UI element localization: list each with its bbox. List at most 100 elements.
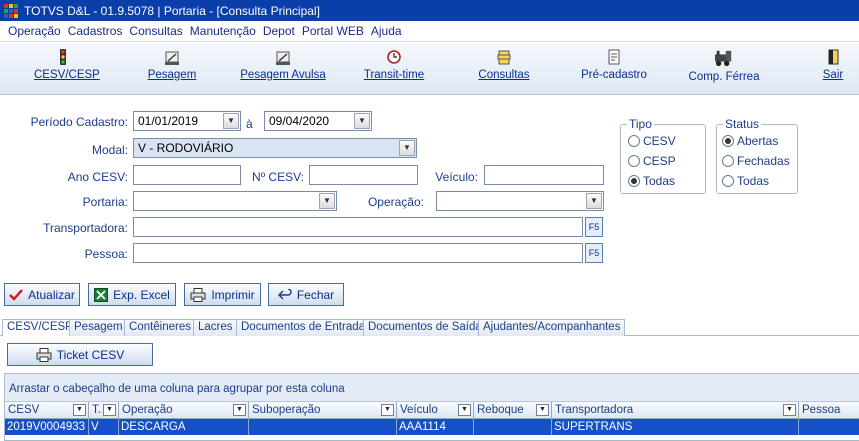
undo-arrow-icon	[277, 288, 292, 300]
menu-manutencao[interactable]: Manutenção	[190, 24, 256, 38]
tab-documentos-entrada[interactable]: Documentos de Entrada	[236, 319, 371, 336]
menu-operacao[interactable]: Operação	[8, 24, 61, 38]
filter-dropdown-icon[interactable]: ▼	[73, 404, 86, 416]
cell-pessoa[interactable]	[799, 419, 859, 435]
toolbar-transit-time-button[interactable]: Transit-time	[361, 49, 427, 81]
tipo-radio-todas[interactable]: Todas	[628, 174, 675, 188]
radio-icon	[722, 175, 734, 187]
radio-selected-icon	[628, 175, 640, 187]
column-header-transportadora[interactable]: Transportadora ▼	[552, 402, 799, 419]
filter-dropdown-icon[interactable]: ▼	[103, 404, 116, 416]
document-icon	[608, 49, 620, 65]
exp-excel-button[interactable]: Exp. Excel	[88, 283, 176, 306]
scale-icon	[276, 51, 290, 65]
menu-bar: Operação Cadastros Consultas Manutenção …	[0, 21, 859, 42]
fechar-button[interactable]: Fechar	[268, 283, 344, 306]
pessoa-input[interactable]	[133, 243, 583, 263]
cell-suboperacao[interactable]	[249, 419, 397, 435]
status-radio-todas[interactable]: Todas	[722, 174, 769, 188]
imprimir-button[interactable]: Imprimir	[184, 283, 261, 306]
cell-veiculo[interactable]: AAA1114	[397, 419, 474, 435]
radio-icon	[628, 135, 640, 147]
radio-selected-icon	[722, 135, 734, 147]
cell-transportadora[interactable]: SUPERTRANS	[552, 419, 799, 435]
pessoa-f5-button[interactable]: F5	[585, 243, 603, 263]
toolbar-pre-cadastro-button[interactable]: Pré-cadastro	[578, 49, 650, 81]
tab-documentos-saida[interactable]: Documentos de Saída	[363, 319, 487, 336]
cell-cesv[interactable]: 2019V0004933	[5, 419, 89, 435]
filter-dropdown-icon[interactable]: ▼	[458, 404, 471, 416]
status-group-title: Status	[723, 117, 762, 131]
cell-operacao[interactable]: DESCARGA	[119, 419, 249, 435]
menu-portal-web[interactable]: Portal WEB	[302, 24, 364, 38]
tab-conteineres[interactable]: Contêineres	[124, 319, 197, 336]
date-separator: à	[246, 117, 253, 131]
cell-reboque[interactable]	[474, 419, 552, 435]
veiculo-label: Veículo:	[435, 170, 478, 184]
column-header-operacao[interactable]: Operação ▼	[119, 402, 249, 419]
status-radio-abertas[interactable]: Abertas	[722, 134, 778, 148]
veiculo-input[interactable]	[484, 165, 604, 185]
date-to-dropdown-icon[interactable]: ▼	[354, 113, 370, 129]
tab-pesagem[interactable]: Pesagem	[69, 319, 128, 336]
tipo-radio-cesp[interactable]: CESP	[628, 154, 676, 168]
menu-depot[interactable]: Depot	[263, 24, 295, 38]
checkmark-icon	[9, 288, 24, 301]
tab-cesv-cesp[interactable]: CESV/CESP	[2, 319, 78, 337]
tipo-group: Tipo CESV CESP Todas	[620, 117, 706, 194]
operacao-select[interactable]: ▼	[436, 191, 604, 211]
tipo-radio-cesv[interactable]: CESV	[628, 134, 676, 148]
toolbar-comp-ferrea-button[interactable]: Comp. Férrea	[686, 49, 762, 83]
date-to-field[interactable]: 09/04/2020 ▼	[264, 111, 372, 131]
title-bar: TOTVS D&L - 01.9.5078 | Portaria - [Cons…	[0, 0, 859, 21]
portaria-label: Portaria:	[82, 195, 128, 209]
transportadora-input[interactable]	[133, 217, 583, 237]
filter-dropdown-icon[interactable]: ▼	[783, 404, 796, 416]
window-title: TOTVS D&L - 01.9.5078 | Portaria - [Cons…	[24, 3, 320, 18]
filter-dropdown-icon[interactable]: ▼	[233, 404, 246, 416]
table-row[interactable]: 2019V0004933 V DESCARGA AAA1114 SUPERTRA…	[5, 419, 859, 435]
tab-ajudantes[interactable]: Ajudantes/Acompanhantes	[478, 319, 626, 336]
atualizar-button[interactable]: Atualizar	[4, 283, 80, 306]
toolbar-sair-button[interactable]: Sair	[820, 49, 846, 81]
column-header-suboperacao[interactable]: Suboperação ▼	[249, 402, 397, 419]
operacao-dropdown-icon[interactable]: ▼	[586, 193, 602, 209]
column-header-cesv[interactable]: CESV ▼	[5, 402, 89, 419]
status-radio-fechadas[interactable]: Fechadas	[722, 154, 790, 168]
cell-tipo[interactable]: V	[89, 419, 119, 435]
action-bar: Atualizar Exp. Excel Imprimir Fechar	[0, 280, 859, 310]
group-by-hint: Arrastar o cabeçalho de uma coluna para …	[5, 374, 859, 401]
radio-icon	[722, 155, 734, 167]
ticket-cesv-button[interactable]: Ticket CESV	[7, 343, 153, 366]
modal-select[interactable]: V - RODOVIÁRIO ▼	[133, 138, 417, 158]
tab-bar: CESV/CESP Pesagem Contêineres Lacres Doc…	[0, 318, 859, 337]
toolbar-cesv-cesp-button[interactable]: CESV/CESP	[34, 49, 100, 81]
toolbar-pesagem-button[interactable]: Pesagem	[146, 49, 198, 81]
modal-dropdown-icon[interactable]: ▼	[399, 140, 415, 156]
ano-cesv-input[interactable]	[133, 165, 241, 185]
portaria-select[interactable]: ▼	[133, 191, 337, 211]
filter-dropdown-icon[interactable]: ▼	[381, 404, 394, 416]
filter-dropdown-icon[interactable]: ▼	[536, 404, 549, 416]
toolbar-pesagem-avulsa-button[interactable]: Pesagem Avulsa	[240, 49, 326, 81]
menu-consultas[interactable]: Consultas	[129, 24, 182, 38]
no-cesv-input[interactable]	[309, 165, 418, 185]
app-logo-icon	[4, 3, 18, 18]
traffic-light-icon	[60, 49, 66, 65]
modal-label: Modal:	[91, 143, 128, 157]
transportadora-f5-button[interactable]: F5	[585, 217, 603, 237]
menu-ajuda[interactable]: Ajuda	[371, 24, 402, 38]
portaria-dropdown-icon[interactable]: ▼	[319, 193, 335, 209]
printer-icon	[190, 287, 206, 302]
menu-cadastros[interactable]: Cadastros	[68, 24, 123, 38]
column-header-reboque[interactable]: Reboque ▼	[474, 402, 552, 419]
date-from-field[interactable]: 01/01/2019 ▼	[133, 111, 241, 131]
clock-icon	[387, 50, 401, 64]
column-header-pessoa[interactable]: Pessoa	[799, 402, 859, 419]
toolbar-consultas-button[interactable]: Consultas	[476, 49, 532, 81]
printer-icon	[36, 347, 52, 362]
column-header-tipo[interactable]: T. ▼	[89, 402, 119, 419]
column-header-veiculo[interactable]: Veículo ▼	[397, 402, 474, 419]
tab-lacres[interactable]: Lacres	[193, 319, 238, 336]
date-from-dropdown-icon[interactable]: ▼	[223, 113, 239, 129]
